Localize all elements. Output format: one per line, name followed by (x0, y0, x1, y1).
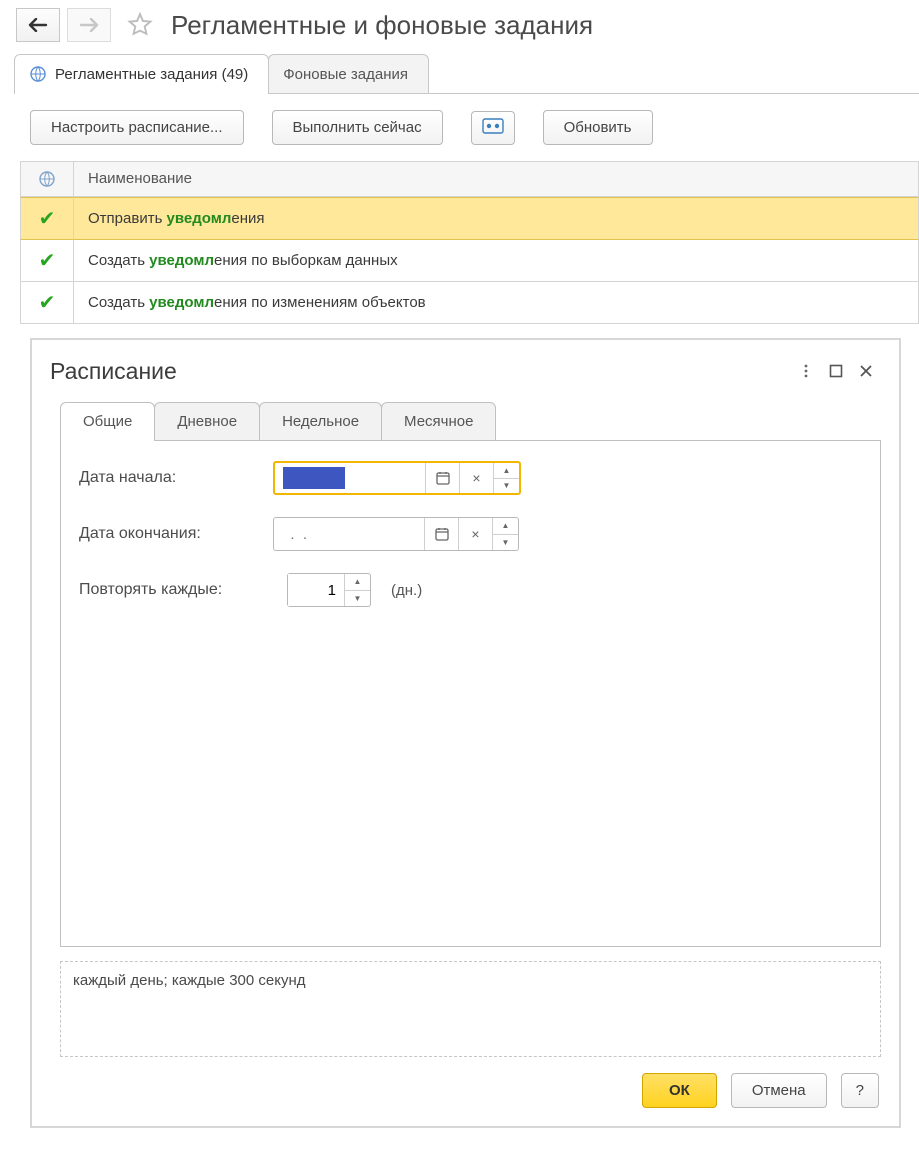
check-icon: ✔ (39, 293, 56, 313)
end-date-label: Дата окончания: (79, 525, 265, 543)
start-date-selection (283, 467, 345, 489)
calendar-icon[interactable] (425, 463, 459, 493)
spinner[interactable]: ▲▼ (492, 518, 518, 550)
nav-back-button[interactable] (16, 8, 60, 42)
grid-header-status-col[interactable] (20, 161, 74, 197)
spinner[interactable]: ▲▼ (493, 463, 519, 493)
repeat-field[interactable]: ▲▼ (287, 573, 371, 607)
spin-down[interactable]: ▼ (494, 479, 519, 494)
help-button[interactable]: ? (841, 1073, 879, 1108)
schedule-modal: Расписание Общие Дневное Недельное Месяч… (30, 338, 901, 1128)
refresh-button[interactable]: Обновить (543, 110, 653, 145)
globe-icon (38, 170, 56, 188)
spin-down[interactable]: ▼ (345, 591, 370, 607)
grid-settings-button[interactable] (471, 111, 515, 145)
table-row[interactable]: ✔ Отправить уведомления (20, 197, 919, 240)
row-name-cell: Создать уведомления по изменениям объект… (74, 282, 919, 324)
modal-title: Расписание (50, 358, 791, 385)
table-row[interactable]: ✔ Создать уведомления по изменениям объе… (20, 282, 919, 324)
modal-footer: ОК Отмена ? (32, 1057, 899, 1126)
tab-daily[interactable]: Дневное (154, 402, 260, 441)
tab-background-jobs[interactable]: Фоновые задания (268, 54, 429, 93)
start-date-label: Дата начала: (79, 469, 265, 487)
modal-body: Общие Дневное Недельное Месячное Дата на… (32, 394, 899, 947)
end-date-field[interactable]: × ▲▼ (273, 517, 519, 551)
topbar: Регламентные и фоновые задания (0, 0, 919, 54)
spin-down[interactable]: ▼ (493, 535, 518, 551)
jobs-grid: Наименование ✔ Отправить уведомления ✔ С… (20, 161, 919, 324)
cancel-button[interactable]: Отмена (731, 1073, 827, 1108)
repeat-unit: (дн.) (391, 582, 422, 599)
toolbar: Настроить расписание... Выполнить сейчас… (0, 94, 919, 161)
tab-scheduled-jobs[interactable]: Регламентные задания (49) (14, 54, 269, 93)
spin-up[interactable]: ▲ (345, 574, 370, 591)
grid-header-name-col[interactable]: Наименование (74, 161, 919, 197)
clear-icon[interactable]: × (458, 518, 492, 550)
tab-weekly[interactable]: Недельное (259, 402, 382, 441)
row-status-icon: ✔ (20, 240, 74, 282)
repeat-label: Повторять каждые: (79, 581, 279, 599)
page-title: Регламентные и фоновые задания (171, 10, 593, 41)
end-date-input[interactable] (274, 518, 424, 550)
tab-common[interactable]: Общие (60, 402, 155, 441)
end-date-row: Дата окончания: × ▲▼ (79, 517, 862, 551)
check-icon: ✔ (39, 251, 56, 271)
tab-label: Фоновые задания (283, 66, 408, 83)
repeat-row: Повторять каждые: ▲▼ (дн.) (79, 573, 862, 607)
configure-schedule-button[interactable]: Настроить расписание... (30, 110, 244, 145)
main-tabs: Регламентные задания (49) Фоновые задани… (14, 54, 919, 94)
check-icon: ✔ (39, 209, 56, 229)
globe-icon (29, 65, 47, 83)
spinner[interactable]: ▲▼ (344, 574, 370, 606)
close-button[interactable] (851, 356, 881, 386)
nav-forward-button (67, 8, 111, 42)
schedule-tabs: Общие Дневное Недельное Месячное (60, 402, 881, 441)
start-date-row: Дата начала: × ▲▼ (79, 461, 862, 495)
tab-label: Регламентные задания (49) (55, 66, 248, 83)
schedule-panel: Дата начала: × ▲▼ Дата окончания: (60, 440, 881, 947)
schedule-summary: каждый день; каждые 300 секунд (60, 961, 881, 1057)
row-status-icon: ✔ (20, 197, 74, 240)
grid-header: Наименование (20, 161, 919, 197)
calendar-icon[interactable] (424, 518, 458, 550)
tab-monthly[interactable]: Месячное (381, 402, 496, 441)
table-row[interactable]: ✔ Создать уведомления по выборкам данных (20, 240, 919, 282)
spin-up[interactable]: ▲ (494, 463, 519, 479)
row-name-cell: Отправить уведомления (74, 197, 919, 240)
spin-up[interactable]: ▲ (493, 518, 518, 535)
more-menu-button[interactable] (791, 356, 821, 386)
clear-icon[interactable]: × (459, 463, 493, 493)
ok-button[interactable]: ОК (642, 1073, 717, 1108)
start-date-field[interactable]: × ▲▼ (273, 461, 521, 495)
favorite-star-icon[interactable] (125, 10, 155, 40)
repeat-input[interactable] (288, 574, 344, 606)
row-name-cell: Создать уведомления по выборкам данных (74, 240, 919, 282)
row-status-icon: ✔ (20, 282, 74, 324)
run-now-button[interactable]: Выполнить сейчас (272, 110, 443, 145)
modal-header: Расписание (32, 340, 899, 394)
maximize-button[interactable] (821, 356, 851, 386)
